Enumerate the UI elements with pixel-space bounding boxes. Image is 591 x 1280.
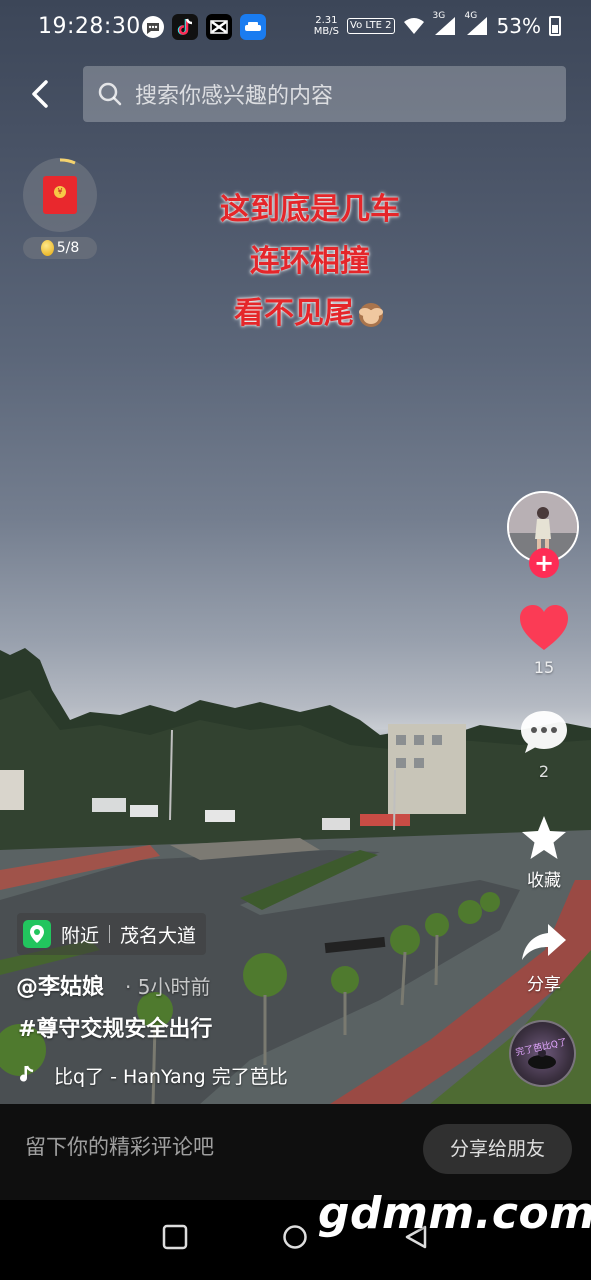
red-packet-progress: 5/8 (23, 237, 97, 259)
share-button[interactable]: 分享 (508, 920, 580, 995)
music-info[interactable]: 比q了 - HanYang 完了芭比 (16, 1060, 306, 1090)
music-title: 比q了 - HanYang 完了芭比 (54, 1065, 288, 1088)
comment-count: 2 (538, 762, 550, 781)
coin-seal-icon: ¥ (54, 186, 66, 198)
signal-4g-icon: 4G (465, 11, 489, 37)
music-disc-button[interactable]: 完了芭比Q了 (509, 1020, 576, 1087)
red-packet-button[interactable]: ¥ (23, 158, 97, 232)
search-icon (98, 82, 122, 106)
heart-icon (520, 605, 568, 650)
like-button[interactable]: 15 (508, 604, 580, 677)
battery-icon (549, 16, 561, 36)
status-time: 19:28:30 (38, 14, 141, 39)
see-no-evil-monkey-icon (359, 303, 383, 327)
caption-line-with-emoji: 看不见尾 (160, 288, 460, 340)
douyin-app-icon (172, 14, 198, 40)
search-input[interactable]: 搜索你感兴趣的内容 (83, 66, 566, 122)
notification-icons (142, 14, 266, 40)
favorite-button[interactable]: 收藏 (508, 814, 580, 891)
location-pin-icon (23, 920, 51, 948)
comment-button[interactable]: 2 (508, 708, 580, 781)
volte-icon: Vo LTE 2 (347, 18, 395, 34)
status-indicators: 2.31 MB/S Vo LTE 2 3G 4G 53% (313, 11, 561, 38)
wifi-icon (403, 18, 424, 34)
signal-3g-icon: 3G (433, 11, 457, 37)
search-placeholder: 搜索你感兴趣的内容 (135, 84, 334, 109)
music-note-icon (20, 1065, 34, 1082)
favorite-label: 收藏 (527, 871, 561, 891)
capcut-app-icon (206, 14, 232, 40)
share-label: 分享 (527, 975, 561, 995)
location-place: 茂名大道 (120, 924, 197, 947)
video-caption-overlay: 这到底是几车 连环相撞 看不见尾 (160, 184, 460, 340)
battery-percent: 53% (496, 14, 541, 38)
red-envelope-icon: ¥ (43, 176, 77, 214)
site-watermark: gdmm.com (318, 1188, 591, 1239)
author-name[interactable]: @李姑娘 (16, 975, 104, 1000)
status-bar: 19:28:30 2.31 MB/S Vo LTE 2 3G 4G 53% (0, 0, 591, 56)
star-icon (522, 816, 566, 859)
caption-line: 连环相撞 (250, 244, 370, 279)
follow-button[interactable]: + (529, 548, 559, 578)
location-nearby: 附近 (61, 924, 100, 947)
chevron-left-icon (32, 80, 48, 108)
caption-line: 这到底是几车 (220, 192, 400, 227)
network-speed: 2.31 MB/S (313, 15, 340, 37)
hashtag-link[interactable]: #尊守交规安全出行 (18, 1011, 212, 1043)
comment-input[interactable]: 留下你的精彩评论吧 (25, 1131, 214, 1161)
home-circle-icon[interactable] (282, 1224, 308, 1250)
comment-bubble-icon (521, 711, 567, 753)
recents-square-icon[interactable] (162, 1224, 188, 1250)
gold-egg-icon (40, 240, 54, 256)
share-arrow-icon (522, 924, 566, 960)
like-count: 15 (533, 658, 555, 677)
car-app-icon (240, 14, 266, 40)
message-app-icon (142, 16, 164, 38)
back-button[interactable] (22, 74, 58, 114)
share-to-friends-button[interactable]: 分享给朋友 (423, 1124, 572, 1174)
location-tag[interactable]: 附近 茂名大道 (17, 913, 207, 955)
author-line: @李姑娘 · 5小时前 (16, 969, 210, 1001)
location-divider (109, 925, 111, 943)
post-time: · 5小时前 (125, 975, 211, 999)
